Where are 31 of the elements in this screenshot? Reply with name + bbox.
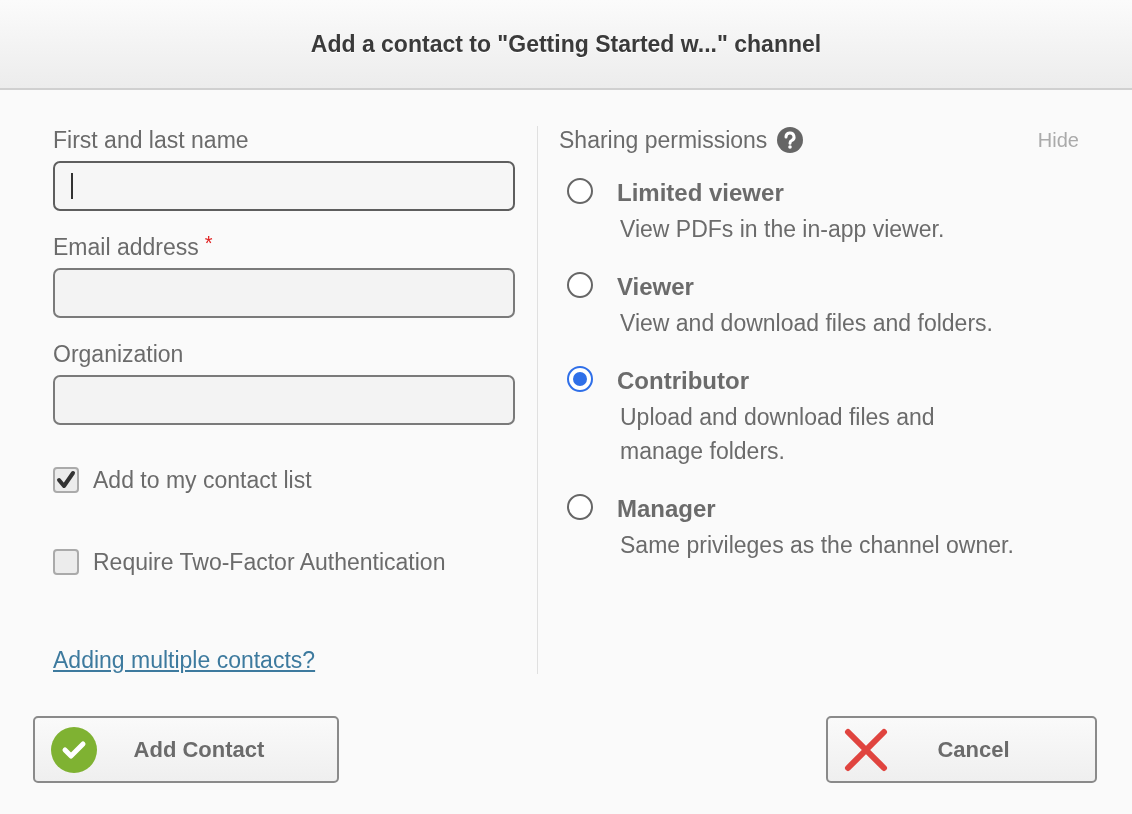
- option-title: Limited viewer: [617, 178, 785, 208]
- input-field[interactable]: [53, 268, 515, 318]
- option-description: Same privileges as the channel owner.: [619, 531, 1015, 560]
- checkbox[interactable]: [53, 549, 79, 575]
- option-description: View and download files and folders.: [619, 309, 994, 338]
- input-field[interactable]: [53, 375, 515, 425]
- checkbox[interactable]: [53, 467, 79, 493]
- permissions-heading: Sharing permissions: [559, 126, 768, 154]
- radio-button[interactable]: [567, 366, 593, 392]
- field-label: Email address: [53, 233, 199, 261]
- adding-multiple-contacts-link[interactable]: Adding multiple contacts?: [53, 647, 316, 674]
- input-field[interactable]: [53, 161, 515, 211]
- option-description: Upload and download files and manage folders.: [619, 403, 936, 466]
- confirm-button[interactable]: Add Contact: [33, 716, 339, 783]
- radio-button[interactable]: [567, 178, 593, 204]
- close-icon: [844, 727, 888, 772]
- required-mark: *: [204, 233, 213, 256]
- dialog-title: Add a contact to "Getting Started w..." channel: [310, 30, 822, 58]
- radio-button[interactable]: [567, 494, 593, 520]
- option-title: Viewer: [617, 272, 695, 302]
- checkbox-label: Require Two-Factor Authentication: [93, 548, 446, 576]
- radio-button[interactable]: [567, 272, 593, 298]
- check-circle-icon: [51, 726, 97, 773]
- checkbox-label: Add to my contact list: [93, 466, 312, 494]
- field-label: Organization: [53, 340, 184, 368]
- field-label: First and last name: [53, 126, 249, 154]
- help-icon[interactable]: [777, 127, 804, 153]
- cancel-button[interactable]: Cancel: [826, 716, 1097, 783]
- option-description: View PDFs in the in-app viewer.: [619, 215, 946, 244]
- option-title: Manager: [617, 494, 717, 524]
- option-title: Contributor: [617, 366, 750, 396]
